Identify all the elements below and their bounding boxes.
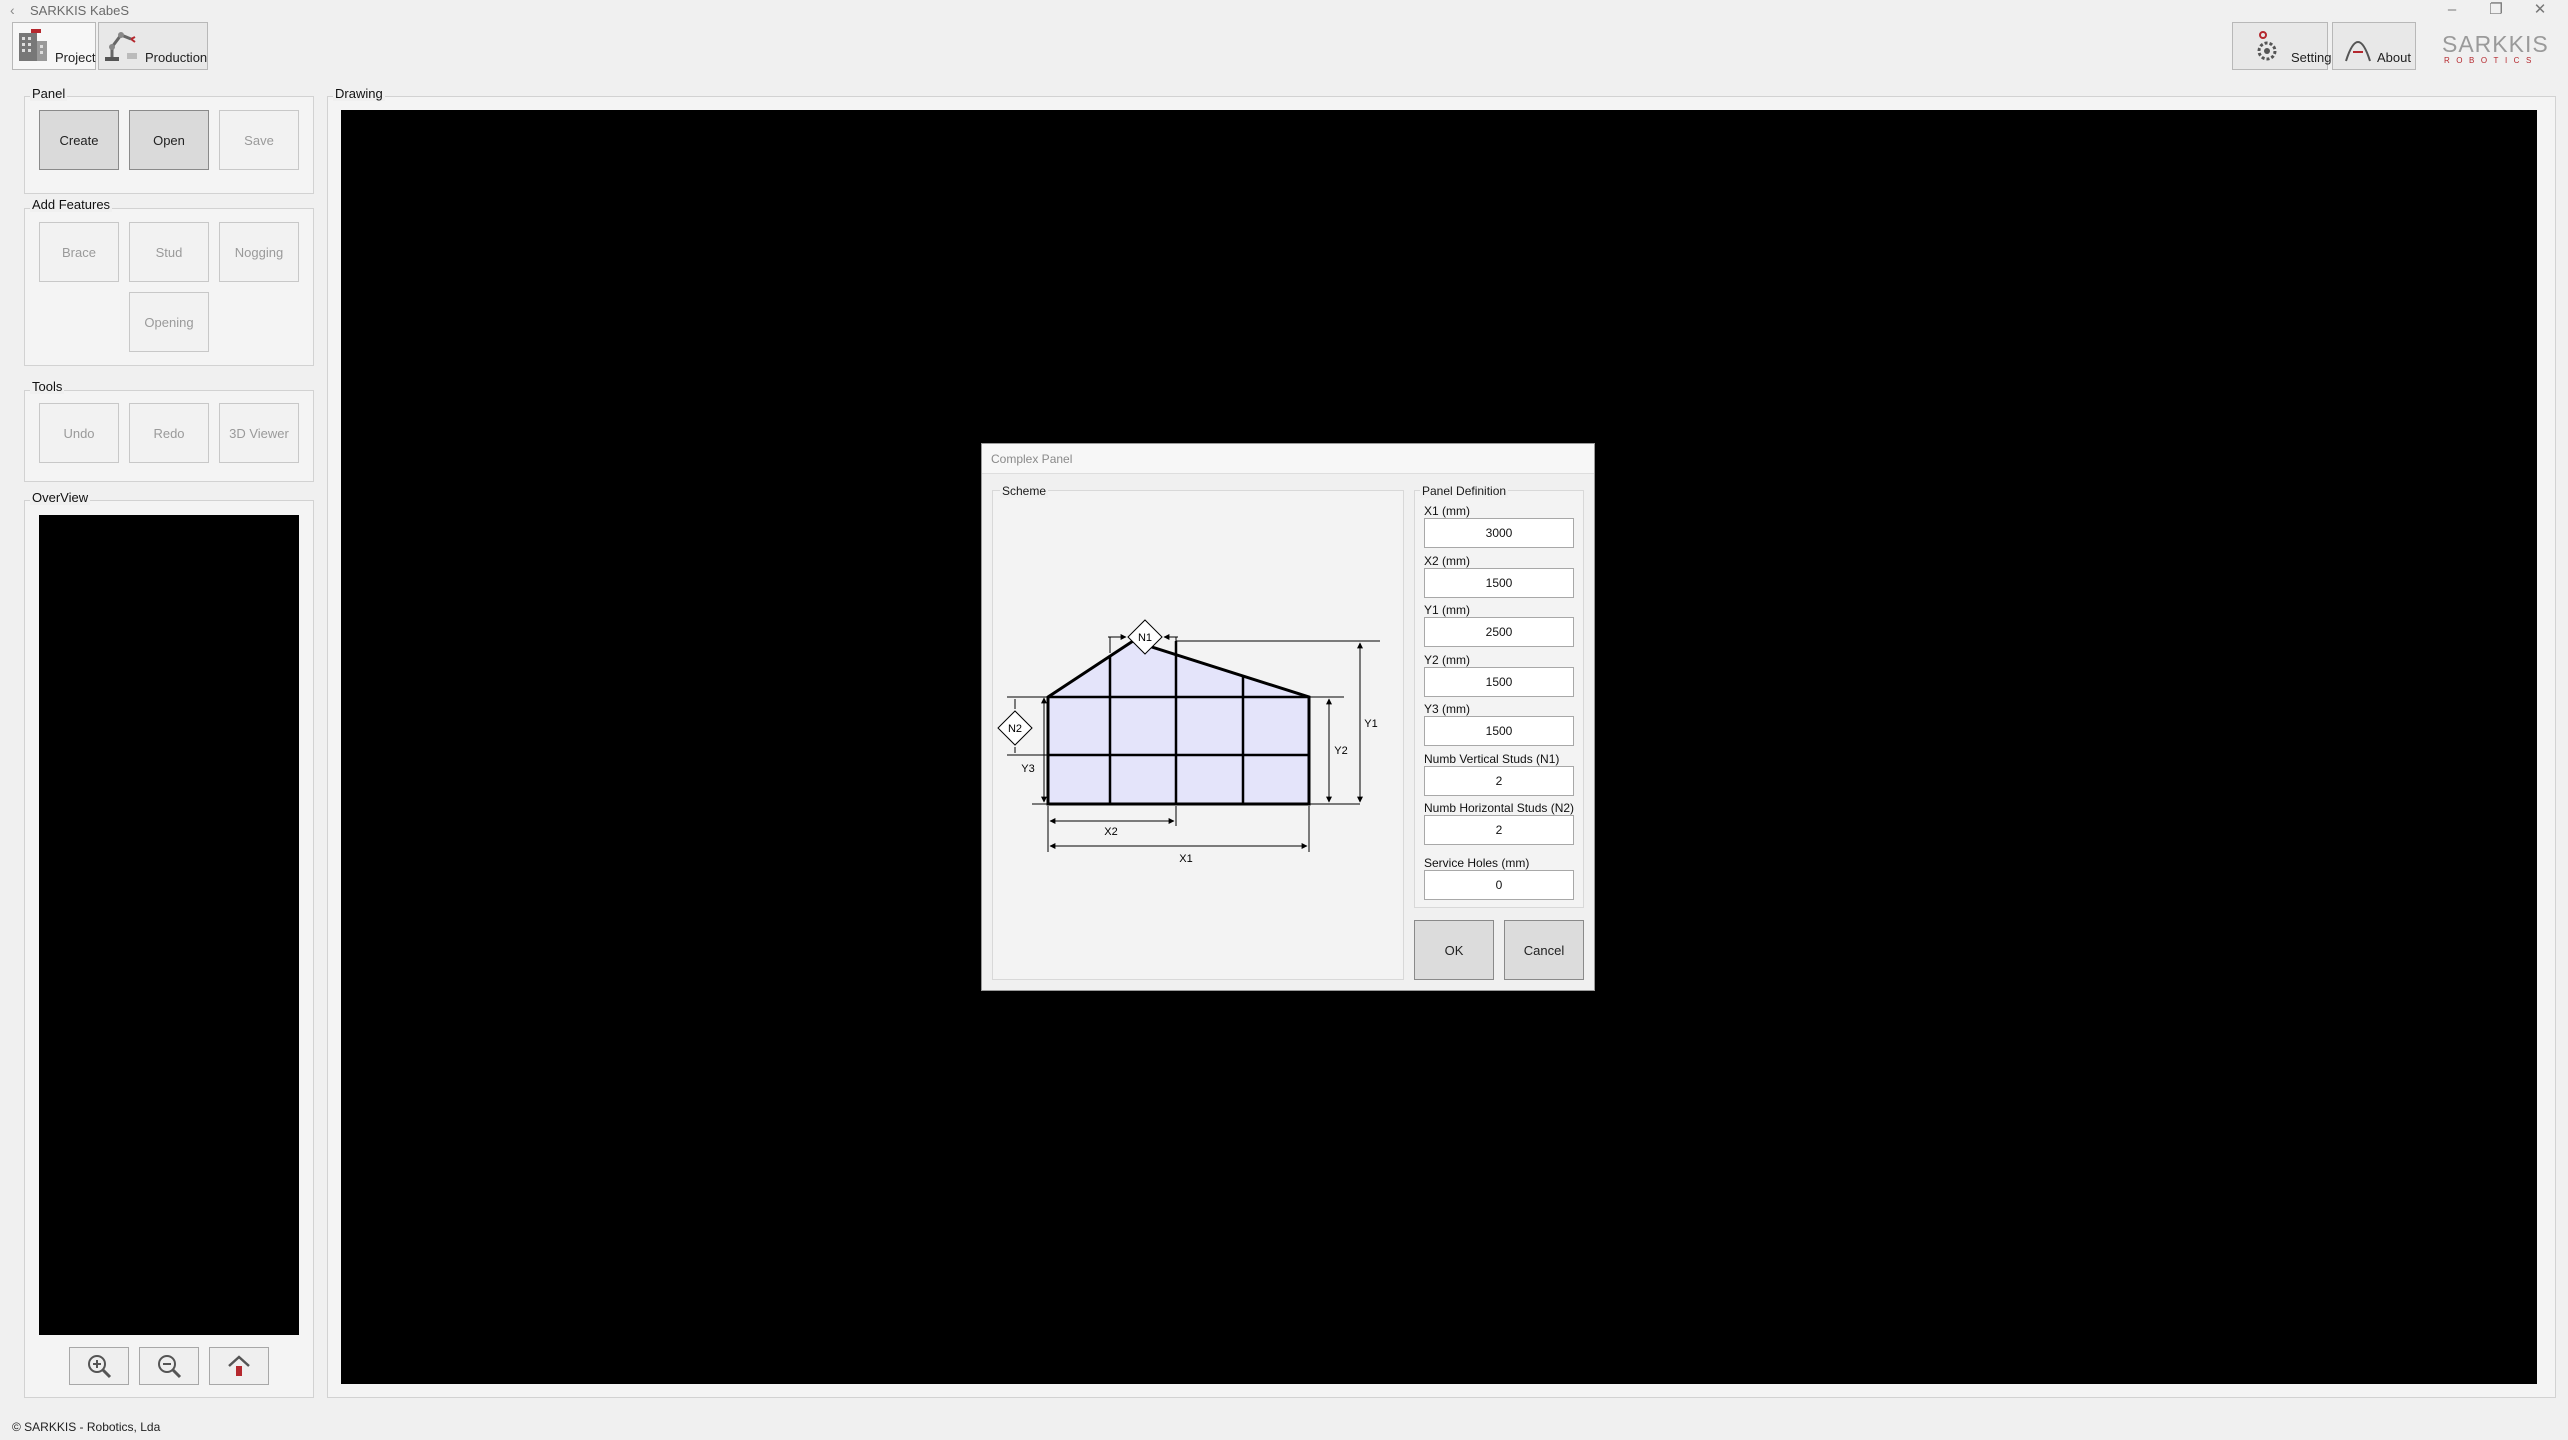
overview-canvas[interactable]: [39, 515, 299, 1335]
y1-field-label: Y1 (mm): [1424, 603, 1470, 617]
x2-field-label: X2 (mm): [1424, 554, 1470, 568]
svg-text:SARKKIS: SARKKIS: [2442, 32, 2549, 57]
ok-button[interactable]: OK: [1414, 920, 1494, 980]
window-title: SARKKIS KabeS: [30, 3, 129, 18]
home-icon: [228, 1355, 250, 1376]
about-button[interactable]: About: [2332, 22, 2416, 70]
complex-panel-dialog: Complex Panel Scheme N1 N2 Y3 Y2 Y1 X2 X…: [981, 443, 1595, 991]
x1-field-label: X1 (mm): [1424, 504, 1470, 518]
building-icon: [19, 29, 47, 61]
cancel-button[interactable]: Cancel: [1504, 920, 1584, 980]
settings-label: Settings: [2291, 50, 2338, 65]
n1-label: N1: [1138, 632, 1152, 644]
arch-icon: [2345, 41, 2371, 62]
panel-definition-box: [1414, 490, 1584, 908]
about-label: About: [2377, 50, 2411, 65]
open-button[interactable]: Open: [129, 110, 209, 170]
stud-button[interactable]: Stud: [129, 222, 209, 282]
zoom-in-button[interactable]: [69, 1347, 129, 1385]
y1-input[interactable]: 2500: [1424, 617, 1574, 647]
n2-field-label: Numb Horizontal Studs (N2): [1424, 801, 1575, 815]
redo-button[interactable]: Redo: [129, 403, 209, 463]
save-button[interactable]: Save: [219, 110, 299, 170]
x1-input[interactable]: 3000: [1424, 518, 1574, 548]
title-bar: [0, 0, 2568, 22]
gear-icon: [2257, 31, 2277, 61]
sarkkis-logo: SARKKIS ROBOTICS: [2440, 31, 2556, 66]
svg-text:ROBOTICS: ROBOTICS: [2444, 56, 2538, 65]
3d-viewer-button[interactable]: 3D Viewer: [219, 403, 299, 463]
n1-input[interactable]: 2: [1424, 766, 1574, 796]
nogging-button[interactable]: Nogging: [219, 222, 299, 282]
zoom-out-button[interactable]: [139, 1347, 199, 1385]
dialog-titlebar: Complex Panel: [982, 444, 1594, 474]
features-group-title: Add Features: [30, 197, 113, 212]
zoom-in-icon: [88, 1355, 112, 1379]
x2-label: X2: [1104, 826, 1117, 838]
y2-field-label: Y2 (mm): [1424, 653, 1470, 667]
restore-icon[interactable]: ❐: [2474, 0, 2518, 22]
robot-arm-icon: [105, 32, 137, 61]
minimize-icon[interactable]: –: [2430, 0, 2474, 22]
n1-field-label: Numb Vertical Studs (N1): [1424, 752, 1560, 766]
app-back-icon[interactable]: ‹: [10, 2, 15, 18]
dialog-title: Complex Panel: [991, 452, 1073, 466]
y3-field-label: Y3 (mm): [1424, 702, 1470, 716]
tools-group-title: Tools: [30, 379, 65, 394]
overview-group-title: OverView: [30, 490, 91, 505]
panel-group-title: Panel: [30, 86, 68, 101]
home-view-button[interactable]: [209, 1347, 269, 1385]
y2-input[interactable]: 1500: [1424, 667, 1574, 697]
panel-outline: [1046, 639, 1311, 806]
tab-project-label: Project: [55, 50, 96, 65]
drawing-group-title: Drawing: [333, 86, 385, 101]
tab-production[interactable]: Production: [98, 22, 208, 70]
n2-input[interactable]: 2: [1424, 815, 1574, 845]
x1-label: X1: [1179, 853, 1192, 865]
y1-label: Y1: [1364, 718, 1377, 730]
panel-definition-title: Panel Definition: [1420, 484, 1509, 498]
tab-production-label: Production: [145, 50, 208, 65]
n2-label: N2: [1008, 723, 1022, 735]
undo-button[interactable]: Undo: [39, 403, 119, 463]
footer-copyright: © SARKKIS - Robotics, Lda: [12, 1420, 161, 1434]
close-icon[interactable]: ✕: [2518, 0, 2562, 22]
y3-input[interactable]: 1500: [1424, 716, 1574, 746]
zoom-out-icon: [158, 1355, 182, 1379]
tab-project[interactable]: Project: [12, 22, 96, 70]
y2-label: Y2: [1334, 745, 1347, 757]
y3-label: Y3: [1021, 763, 1034, 775]
service-holes-field-label: Service Holes (mm): [1424, 856, 1530, 870]
brace-button[interactable]: Brace: [39, 222, 119, 282]
panel-scheme-diagram: N1 N2 Y3 Y2 Y1 X2 X1: [997, 619, 1380, 865]
opening-button[interactable]: Opening: [129, 292, 209, 352]
x2-input[interactable]: 1500: [1424, 568, 1574, 598]
create-button[interactable]: Create: [39, 110, 119, 170]
scheme-title: Scheme: [1000, 484, 1049, 498]
service-holes-input[interactable]: 0: [1424, 870, 1574, 900]
settings-button[interactable]: Settings: [2232, 22, 2338, 70]
